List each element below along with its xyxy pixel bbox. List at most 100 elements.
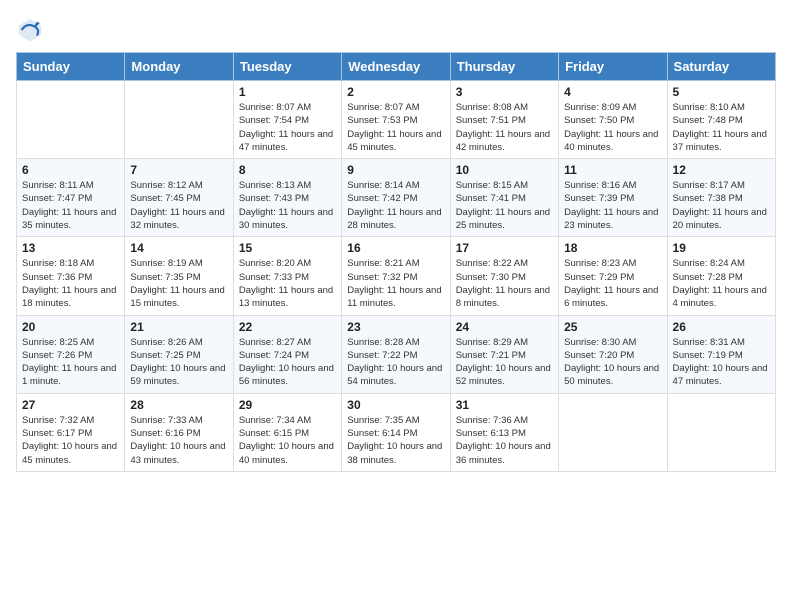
day-info: Sunrise: 8:24 AM Sunset: 7:28 PM Dayligh…	[673, 257, 770, 310]
calendar-week-4: 20 Sunrise: 8:25 AM Sunset: 7:26 PM Dayli…	[17, 315, 776, 393]
day-number: 10	[456, 163, 553, 177]
day-number: 23	[347, 320, 444, 334]
day-number: 24	[456, 320, 553, 334]
calendar-cell: 22 Sunrise: 8:27 AM Sunset: 7:24 PM Dayli…	[233, 315, 341, 393]
day-number: 22	[239, 320, 336, 334]
day-number: 19	[673, 241, 770, 255]
day-number: 25	[564, 320, 661, 334]
page-header	[16, 16, 776, 44]
col-header-tuesday: Tuesday	[233, 53, 341, 81]
day-info: Sunrise: 8:29 AM Sunset: 7:21 PM Dayligh…	[456, 336, 553, 389]
day-info: Sunrise: 8:16 AM Sunset: 7:39 PM Dayligh…	[564, 179, 661, 232]
col-header-wednesday: Wednesday	[342, 53, 450, 81]
day-number: 12	[673, 163, 770, 177]
day-info: Sunrise: 8:12 AM Sunset: 7:45 PM Dayligh…	[130, 179, 227, 232]
calendar-cell: 10 Sunrise: 8:15 AM Sunset: 7:41 PM Dayli…	[450, 159, 558, 237]
calendar-week-1: 1Sunrise: 8:07 AM Sunset: 7:54 PM Daylig…	[17, 81, 776, 159]
calendar-cell: 8 Sunrise: 8:13 AM Sunset: 7:43 PM Daylig…	[233, 159, 341, 237]
day-info: Sunrise: 8:30 AM Sunset: 7:20 PM Dayligh…	[564, 336, 661, 389]
calendar-cell: 15 Sunrise: 8:20 AM Sunset: 7:33 PM Dayli…	[233, 237, 341, 315]
calendar-cell	[559, 393, 667, 471]
day-info: Sunrise: 8:11 AM Sunset: 7:47 PM Dayligh…	[22, 179, 119, 232]
day-info: Sunrise: 8:18 AM Sunset: 7:36 PM Dayligh…	[22, 257, 119, 310]
calendar-cell: 14Sunrise: 8:19 AM Sunset: 7:35 PM Dayli…	[125, 237, 233, 315]
day-number: 13	[22, 241, 119, 255]
calendar-cell: 23Sunrise: 8:28 AM Sunset: 7:22 PM Dayli…	[342, 315, 450, 393]
col-header-saturday: Saturday	[667, 53, 775, 81]
day-number: 28	[130, 398, 227, 412]
day-info: Sunrise: 8:31 AM Sunset: 7:19 PM Dayligh…	[673, 336, 770, 389]
calendar-cell: 25 Sunrise: 8:30 AM Sunset: 7:20 PM Dayli…	[559, 315, 667, 393]
calendar-cell: 7 Sunrise: 8:12 AM Sunset: 7:45 PM Daylig…	[125, 159, 233, 237]
day-info: Sunrise: 8:20 AM Sunset: 7:33 PM Dayligh…	[239, 257, 336, 310]
calendar-cell: 12 Sunrise: 8:17 AM Sunset: 7:38 PM Dayli…	[667, 159, 775, 237]
logo	[16, 16, 48, 44]
calendar-cell	[17, 81, 125, 159]
day-number: 21	[130, 320, 227, 334]
calendar-cell: 27 Sunrise: 7:32 AM Sunset: 6:17 PM Dayli…	[17, 393, 125, 471]
day-number: 2	[347, 85, 444, 99]
calendar-week-2: 6 Sunrise: 8:11 AM Sunset: 7:47 PM Daylig…	[17, 159, 776, 237]
col-header-friday: Friday	[559, 53, 667, 81]
day-number: 16	[347, 241, 444, 255]
calendar-cell: 2Sunrise: 8:07 AM Sunset: 7:53 PM Daylig…	[342, 81, 450, 159]
day-info: Sunrise: 7:32 AM Sunset: 6:17 PM Dayligh…	[22, 414, 119, 467]
day-info: Sunrise: 8:22 AM Sunset: 7:30 PM Dayligh…	[456, 257, 553, 310]
calendar-cell: 20 Sunrise: 8:25 AM Sunset: 7:26 PM Dayli…	[17, 315, 125, 393]
calendar-cell: 31 Sunrise: 7:36 AM Sunset: 6:13 PM Dayli…	[450, 393, 558, 471]
calendar-week-5: 27 Sunrise: 7:32 AM Sunset: 6:17 PM Dayli…	[17, 393, 776, 471]
calendar-cell: 28 Sunrise: 7:33 AM Sunset: 6:16 PM Dayli…	[125, 393, 233, 471]
calendar-cell: 4 Sunrise: 8:09 AM Sunset: 7:50 PM Daylig…	[559, 81, 667, 159]
day-number: 29	[239, 398, 336, 412]
calendar-cell: 30Sunrise: 7:35 AM Sunset: 6:14 PM Dayli…	[342, 393, 450, 471]
day-number: 18	[564, 241, 661, 255]
day-info: Sunrise: 7:34 AM Sunset: 6:15 PM Dayligh…	[239, 414, 336, 467]
col-header-sunday: Sunday	[17, 53, 125, 81]
day-info: Sunrise: 8:21 AM Sunset: 7:32 PM Dayligh…	[347, 257, 444, 310]
day-info: Sunrise: 7:35 AM Sunset: 6:14 PM Dayligh…	[347, 414, 444, 467]
day-info: Sunrise: 8:23 AM Sunset: 7:29 PM Dayligh…	[564, 257, 661, 310]
day-number: 26	[673, 320, 770, 334]
calendar-cell: 21 Sunrise: 8:26 AM Sunset: 7:25 PM Dayli…	[125, 315, 233, 393]
day-info: Sunrise: 8:09 AM Sunset: 7:50 PM Dayligh…	[564, 101, 661, 154]
day-number: 1	[239, 85, 336, 99]
calendar-cell: 24 Sunrise: 8:29 AM Sunset: 7:21 PM Dayli…	[450, 315, 558, 393]
day-info: Sunrise: 8:26 AM Sunset: 7:25 PM Dayligh…	[130, 336, 227, 389]
col-header-thursday: Thursday	[450, 53, 558, 81]
day-number: 27	[22, 398, 119, 412]
day-info: Sunrise: 7:36 AM Sunset: 6:13 PM Dayligh…	[456, 414, 553, 467]
calendar-cell: 5Sunrise: 8:10 AM Sunset: 7:48 PM Daylig…	[667, 81, 775, 159]
col-header-monday: Monday	[125, 53, 233, 81]
calendar-cell: 19 Sunrise: 8:24 AM Sunset: 7:28 PM Dayli…	[667, 237, 775, 315]
day-info: Sunrise: 7:33 AM Sunset: 6:16 PM Dayligh…	[130, 414, 227, 467]
day-info: Sunrise: 8:14 AM Sunset: 7:42 PM Dayligh…	[347, 179, 444, 232]
day-number: 11	[564, 163, 661, 177]
calendar-cell: 29 Sunrise: 7:34 AM Sunset: 6:15 PM Dayli…	[233, 393, 341, 471]
day-info: Sunrise: 8:08 AM Sunset: 7:51 PM Dayligh…	[456, 101, 553, 154]
day-number: 6	[22, 163, 119, 177]
calendar-header-row: SundayMondayTuesdayWednesdayThursdayFrid…	[17, 53, 776, 81]
day-number: 9	[347, 163, 444, 177]
day-number: 20	[22, 320, 119, 334]
calendar-cell: 3 Sunrise: 8:08 AM Sunset: 7:51 PM Daylig…	[450, 81, 558, 159]
day-info: Sunrise: 8:13 AM Sunset: 7:43 PM Dayligh…	[239, 179, 336, 232]
logo-icon	[16, 16, 44, 44]
day-info: Sunrise: 8:27 AM Sunset: 7:24 PM Dayligh…	[239, 336, 336, 389]
day-info: Sunrise: 8:15 AM Sunset: 7:41 PM Dayligh…	[456, 179, 553, 232]
day-number: 17	[456, 241, 553, 255]
day-number: 8	[239, 163, 336, 177]
day-number: 7	[130, 163, 227, 177]
day-number: 15	[239, 241, 336, 255]
day-number: 4	[564, 85, 661, 99]
day-number: 3	[456, 85, 553, 99]
calendar-cell: 6 Sunrise: 8:11 AM Sunset: 7:47 PM Daylig…	[17, 159, 125, 237]
day-info: Sunrise: 8:17 AM Sunset: 7:38 PM Dayligh…	[673, 179, 770, 232]
day-info: Sunrise: 8:25 AM Sunset: 7:26 PM Dayligh…	[22, 336, 119, 389]
day-number: 31	[456, 398, 553, 412]
calendar-cell	[125, 81, 233, 159]
calendar-cell: 11 Sunrise: 8:16 AM Sunset: 7:39 PM Dayli…	[559, 159, 667, 237]
calendar-cell: 9 Sunrise: 8:14 AM Sunset: 7:42 PM Daylig…	[342, 159, 450, 237]
day-number: 5	[673, 85, 770, 99]
calendar-cell: 17 Sunrise: 8:22 AM Sunset: 7:30 PM Dayli…	[450, 237, 558, 315]
calendar-cell: 26 Sunrise: 8:31 AM Sunset: 7:19 PM Dayli…	[667, 315, 775, 393]
